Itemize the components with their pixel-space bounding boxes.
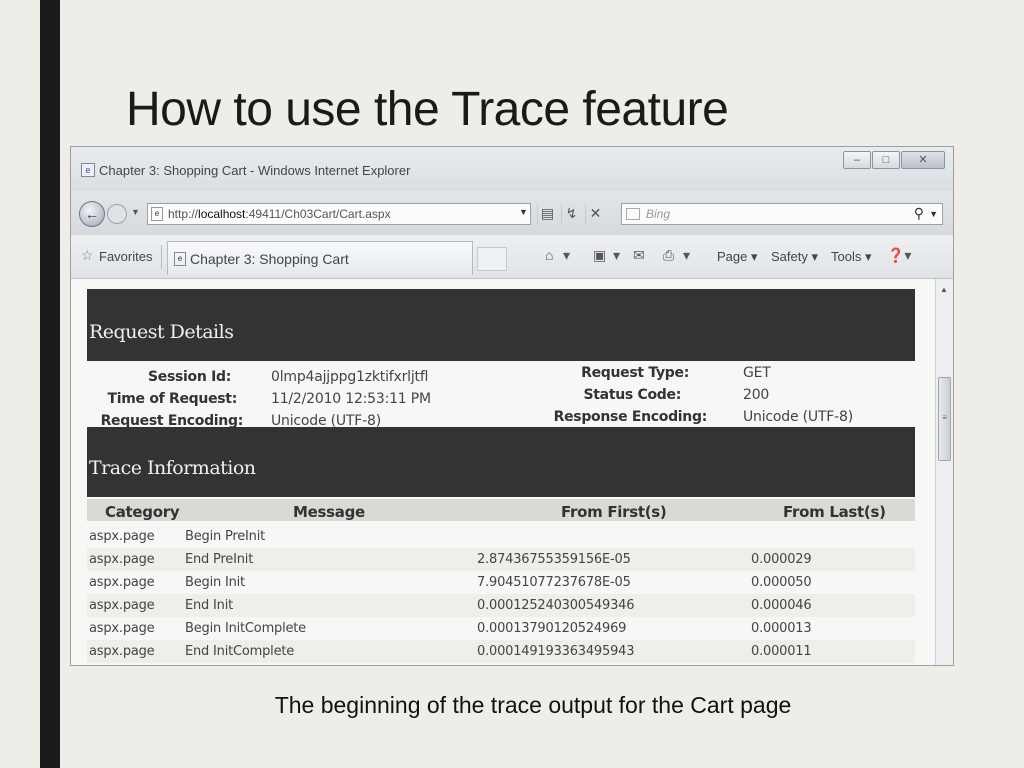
home-dropdown-icon[interactable]: ▾ [563,247,570,264]
column-header-category: Category [105,503,180,521]
address-toolbar: ← ▼ e http://localhost:49411/Ch03Cart/Ca… [71,191,953,235]
cell-from-first: 0.000149193363495943 [477,644,635,659]
scroll-up-icon[interactable]: ▲ [940,285,948,294]
slide-accent-bar [40,0,60,768]
page-menu[interactable]: Page ▾ [717,249,758,265]
tab-label: Chapter 3: Shopping Cart [190,251,349,267]
favorites-star-icon[interactable]: ☆ [81,247,94,264]
cell-category: aspx.page [89,552,155,567]
page-icon: e [151,207,163,221]
session-id-value: 0lmp4ajjppg1zktifxrljtfl [271,369,429,385]
response-encoding-label: Response Encoding: [553,409,708,425]
favorites-bar: ☆ Favorites e Chapter 3: Shopping Cart ⌂… [71,235,953,279]
cell-message: Begin PreInit [185,529,266,544]
cell-from-first: 2.87436755359156E-05 [477,552,631,567]
bing-logo-icon [626,208,640,220]
status-code-value: 200 [743,387,770,403]
request-details-heading: Request Details [89,321,234,343]
scroll-thumb[interactable]: ≡ [938,377,951,461]
cell-from-first: 0.000125240300549346 [477,598,635,613]
cell-message: End Init [185,598,234,613]
trace-information-header: Trace Information [87,427,915,497]
close-button[interactable]: ✕ [901,151,945,169]
request-details-header: Request Details [87,289,915,361]
history-dropdown-icon[interactable]: ▼ [131,207,140,217]
new-tab-button[interactable] [477,247,507,271]
refresh-icon[interactable]: ↯ [561,204,581,224]
cell-message: End InitComplete [185,644,295,659]
cell-from-last: 0.000046 [751,598,812,613]
cell-category: aspx.page [89,529,155,544]
print-icon[interactable]: ⎙ [663,247,674,264]
table-row: aspx.page Begin InitComplete 0.000137901… [87,617,915,640]
stop-icon[interactable]: ✕ [585,204,605,224]
window-title: Chapter 3: Shopping Cart - Windows Inter… [99,163,411,178]
tools-menu[interactable]: Tools ▾ [831,249,872,265]
compatibility-view-icon[interactable]: ▤ [537,204,557,224]
status-code-label: Status Code: [583,387,682,403]
table-row: aspx.page Begin Init 7.90451077237678E-0… [87,571,915,594]
slide-caption: The beginning of the trace output for th… [274,692,792,718]
search-input[interactable]: Bing ⚲ ▼ [621,203,943,225]
browser-window: e Chapter 3: Shopping Cart - Windows Int… [70,146,954,666]
safety-menu[interactable]: Safety ▾ [771,249,818,265]
cell-from-last: 0.000050 [751,575,812,590]
window-controls: – □ ✕ [842,151,945,171]
column-header-from-first: From First(s) [561,503,667,521]
ie-logo-icon: e [81,163,95,177]
home-icon[interactable]: ⌂ [545,247,553,263]
cell-from-first: 0.00013790120524969 [477,621,627,636]
trace-information-heading: Trace Information [89,457,256,479]
request-type-value: GET [743,365,771,381]
help-icon[interactable]: ❓▾ [887,247,911,264]
feeds-dropdown-icon[interactable]: ▾ [613,247,620,264]
cell-from-last: 0.000013 [751,621,812,636]
cell-category: aspx.page [89,598,155,613]
page-content: Request Details Session Id: 0lmp4ajjppg1… [71,279,953,665]
table-row: aspx.page End PreInit 2.87436755359156E-… [87,548,915,571]
mail-icon[interactable]: ✉ [633,247,645,264]
maximize-button[interactable]: □ [872,151,900,169]
address-input[interactable]: e http://localhost:49411/Ch03Cart/Cart.a… [147,203,531,225]
cell-message: End PreInit [185,552,254,567]
favorites-separator [161,245,162,269]
cell-from-last: 0.000029 [751,552,812,567]
slide-title: How to use the Trace feature [126,83,729,136]
table-row: aspx.page End Init 0.000125240300549346 … [87,594,915,617]
table-row: aspx.page Begin PreInit [87,525,915,548]
vertical-scrollbar[interactable]: ▲ ≡ [935,279,953,665]
url-text: http://localhost:49411/Ch03Cart/Cart.asp… [168,207,391,221]
address-dropdown-icon[interactable]: ▼ [519,207,528,217]
cell-category: aspx.page [89,575,155,590]
cell-message: Begin Init [185,575,245,590]
response-encoding-value: Unicode (UTF-8) [743,409,853,425]
cell-category: aspx.page [89,644,155,659]
column-header-from-last: From Last(s) [783,503,886,521]
minimize-button[interactable]: – [843,151,871,169]
favorites-button[interactable]: Favorites [99,249,152,264]
time-of-request-label: Time of Request: [107,391,238,407]
forward-button[interactable] [107,204,127,224]
session-id-label: Session Id: [147,369,231,385]
cell-from-last: 0.000011 [751,644,812,659]
search-placeholder: Bing [646,207,671,221]
tab-page-icon: e [174,252,186,266]
cell-message: Begin InitComplete [185,621,306,636]
cell-from-first: 7.90451077237678E-05 [477,575,631,590]
print-dropdown-icon[interactable]: ▾ [683,247,690,264]
time-of-request-value: 11/2/2010 12:53:11 PM [271,391,431,407]
cell-category: aspx.page [89,621,155,636]
back-button[interactable]: ← [79,201,105,227]
feeds-icon[interactable]: ▣ [593,247,606,264]
window-titlebar: e Chapter 3: Shopping Cart - Windows Int… [71,147,953,191]
search-dropdown-icon[interactable]: ▼ [929,209,938,219]
search-icon[interactable]: ⚲ [914,205,924,222]
tab-shopping-cart[interactable]: e Chapter 3: Shopping Cart [167,241,473,275]
table-row: aspx.page End InitComplete 0.00014919336… [87,640,915,663]
column-header-message: Message [293,503,365,521]
request-type-label: Request Type: [581,365,689,381]
